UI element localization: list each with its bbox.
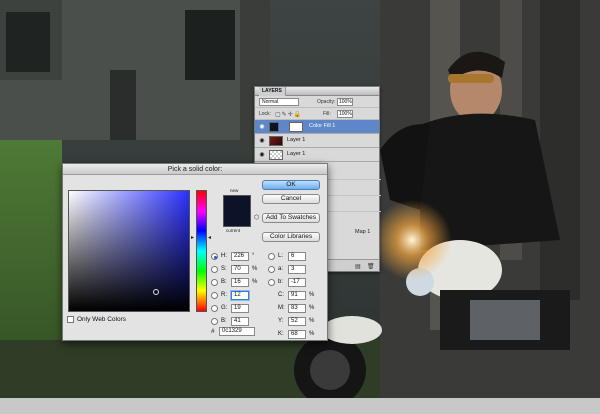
black-input[interactable]: 68 bbox=[288, 330, 306, 339]
hue-input[interactable]: 226 bbox=[231, 252, 249, 261]
current-color-label: current bbox=[226, 228, 241, 233]
lab-l-input[interactable]: 6 bbox=[288, 252, 306, 261]
cancel-button[interactable]: Cancel bbox=[262, 194, 320, 204]
blend-mode-select[interactable]: Normal bbox=[259, 98, 299, 106]
new-layer-icon[interactable]: ▤ bbox=[355, 263, 361, 270]
red-input[interactable]: 12 bbox=[231, 291, 249, 300]
yellow-input[interactable]: 52 bbox=[288, 317, 306, 326]
hue-slider-left-arrow-icon[interactable]: ▸ bbox=[191, 234, 194, 241]
eye-icon[interactable]: ◉ bbox=[258, 123, 266, 131]
layer-row[interactable]: ◉ Color Fill 1 bbox=[255, 120, 379, 134]
cyan-input[interactable]: 91 bbox=[288, 291, 306, 300]
color-libraries-button[interactable]: Color Libraries bbox=[262, 232, 320, 242]
lab-l-radio[interactable] bbox=[268, 253, 275, 260]
layer-name: Map 1 bbox=[355, 229, 371, 235]
layer-row[interactable]: ◉ Layer 1 bbox=[255, 148, 379, 162]
current-color-swatch[interactable] bbox=[224, 211, 250, 226]
magenta-input[interactable]: 83 bbox=[288, 304, 306, 313]
red-radio[interactable] bbox=[211, 292, 218, 299]
opacity-label: Opacity: bbox=[317, 99, 336, 105]
layer-name: Layer 1 bbox=[287, 151, 306, 157]
new-color-label: new bbox=[230, 188, 239, 193]
layer-thumbnail bbox=[269, 122, 279, 132]
eye-icon[interactable]: ◉ bbox=[258, 151, 266, 159]
opacity-input[interactable]: 100% bbox=[337, 98, 353, 106]
layer-row[interactable]: ◉ Layer 1 bbox=[255, 134, 379, 148]
trash-icon[interactable]: 🗑 bbox=[367, 263, 375, 270]
lab-b-input[interactable]: -17 bbox=[288, 278, 306, 287]
hex-input[interactable]: 0c1329 bbox=[219, 327, 255, 336]
status-bar bbox=[0, 398, 600, 414]
layers-panel-titlebar[interactable]: LAYERS bbox=[255, 87, 379, 96]
color-field[interactable] bbox=[68, 190, 190, 312]
eye-icon[interactable]: ◉ bbox=[258, 137, 266, 145]
brightness-radio[interactable] bbox=[211, 279, 218, 286]
lab-a-radio[interactable] bbox=[268, 266, 275, 273]
lab-a-input[interactable]: 3 bbox=[288, 265, 306, 274]
lock-label: Lock: bbox=[259, 111, 271, 117]
hash-label: # bbox=[211, 328, 215, 335]
new-color-swatch bbox=[224, 196, 250, 211]
fill-label: Fill: bbox=[323, 111, 331, 117]
layer-thumbnail bbox=[269, 136, 283, 146]
blue-radio[interactable] bbox=[211, 318, 218, 325]
layer-name: Layer 1 bbox=[287, 137, 306, 143]
gamut-warning-icon[interactable]: ⬡ bbox=[254, 214, 259, 221]
tab-layers[interactable]: LAYERS bbox=[259, 87, 286, 96]
layer-name: Color Fill 1 bbox=[309, 123, 336, 129]
color-field-cursor[interactable] bbox=[153, 289, 159, 295]
brightness-input[interactable]: 16 bbox=[231, 278, 249, 287]
green-input[interactable]: 19 bbox=[231, 304, 249, 313]
layers-lock-row: Lock: ▢✎✛🔒 Fill: 100% bbox=[255, 108, 379, 120]
only-web-colors-label: Only Web Colors bbox=[77, 316, 127, 323]
fill-input[interactable]: 100% bbox=[337, 110, 353, 118]
hue-slider[interactable] bbox=[196, 190, 207, 312]
only-web-colors-checkbox[interactable] bbox=[67, 316, 74, 323]
color-swatch bbox=[223, 195, 251, 227]
green-radio[interactable] bbox=[211, 305, 218, 312]
ok-button[interactable]: OK bbox=[262, 180, 320, 190]
color-picker-dialog: Pick a solid color: ▸ ◂ new current ⬡ OK… bbox=[62, 163, 328, 341]
lab-b-radio[interactable] bbox=[268, 279, 275, 286]
add-to-swatches-button[interactable]: Add To Swatches bbox=[262, 213, 320, 223]
dialog-title[interactable]: Pick a solid color: bbox=[63, 164, 327, 175]
hue-radio[interactable] bbox=[211, 253, 218, 260]
layer-mask-thumbnail bbox=[289, 122, 303, 132]
lock-icons[interactable]: ▢✎✛🔒 bbox=[275, 111, 302, 118]
layers-options-row: Normal Opacity: 100% bbox=[255, 96, 379, 108]
blue-input[interactable]: 41 bbox=[231, 317, 249, 326]
hue-slider-right-arrow-icon[interactable]: ◂ bbox=[208, 234, 211, 241]
layer-thumbnail bbox=[269, 150, 283, 160]
saturation-input[interactable]: 70 bbox=[231, 265, 249, 274]
saturation-radio[interactable] bbox=[211, 266, 218, 273]
